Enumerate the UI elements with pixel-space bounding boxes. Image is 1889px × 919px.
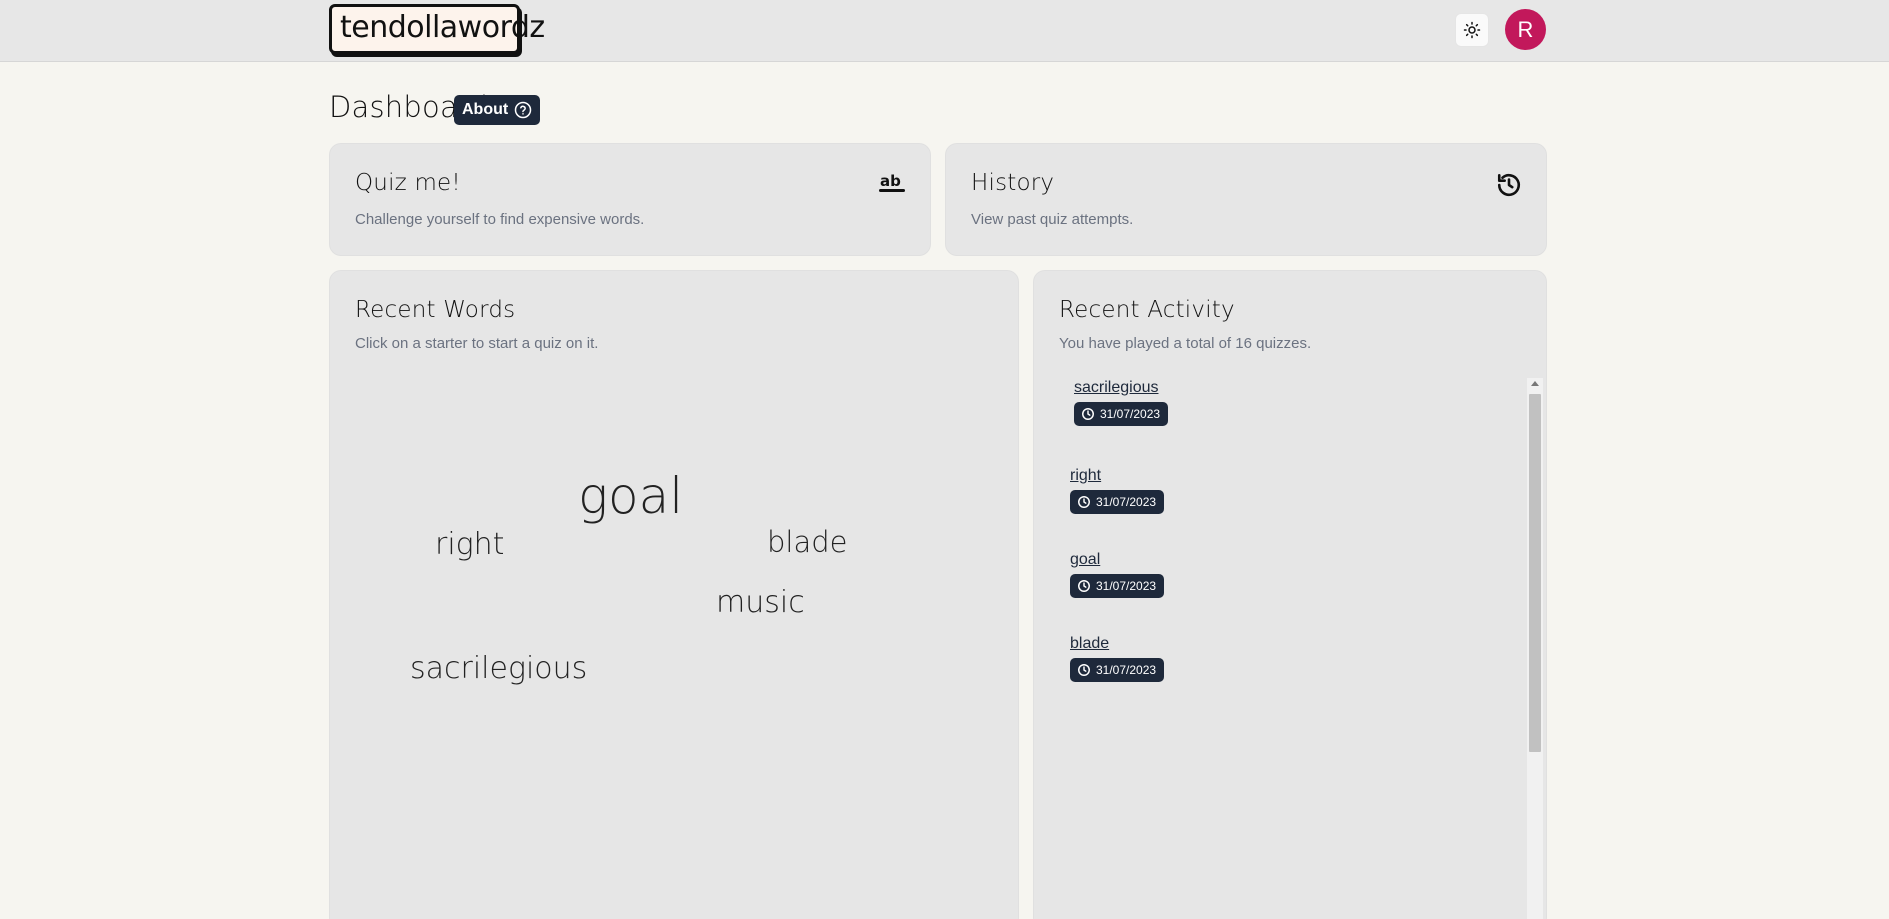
recent-activity-subtitle: You have played a total of 16 quizzes. — [1059, 335, 1312, 352]
history-card-title: History — [971, 170, 1055, 196]
svg-text:ab: ab — [880, 172, 901, 190]
history-card[interactable]: History View past quiz attempts. — [945, 143, 1547, 256]
word-cloud-item[interactable]: music — [716, 585, 805, 620]
question-circle-icon — [514, 101, 532, 119]
recent-words-title: Recent Words — [355, 297, 516, 323]
scroll-thumb[interactable] — [1529, 394, 1541, 752]
scroll-up-arrow-icon[interactable] — [1531, 381, 1539, 386]
clock-icon — [1082, 408, 1094, 420]
recent-words-card: Recent Words Click on a starter to start… — [329, 270, 1019, 919]
activity-word-link[interactable]: right — [1070, 467, 1164, 485]
activity-word-link[interactable]: sacrilegious — [1074, 379, 1168, 397]
logo[interactable]: tendollawordz — [329, 4, 545, 54]
quiz-card-title: Quiz me! — [355, 170, 461, 196]
quiz-card[interactable]: Quiz me! Challenge yourself to find expe… — [329, 143, 931, 256]
clock-icon — [1078, 496, 1090, 508]
recent-activity-title: Recent Activity — [1059, 297, 1235, 323]
theme-toggle-button[interactable] — [1455, 13, 1489, 47]
word-cloud-item[interactable]: blade — [767, 525, 848, 559]
list-item: blade 31/07/2023 — [1070, 635, 1165, 682]
activity-word-link[interactable]: blade — [1070, 635, 1164, 653]
date-badge: 31/07/2023 — [1070, 574, 1165, 598]
date-text: 31/07/2023 — [1100, 407, 1161, 421]
top-navbar: tendollawordz R — [0, 0, 1889, 62]
spell-check-icon: ab — [878, 172, 906, 199]
date-badge: 31/07/2023 — [1070, 658, 1165, 682]
activity-word-link[interactable]: goal — [1070, 551, 1164, 569]
recent-words-subtitle: Click on a starter to start a quiz on it… — [355, 335, 599, 352]
list-item: sacrilegious 31/07/2023 — [1074, 379, 1169, 426]
word-cloud-item[interactable]: goal — [578, 467, 683, 525]
date-text: 31/07/2023 — [1096, 663, 1157, 677]
date-text: 31/07/2023 — [1096, 579, 1157, 593]
list-item: right 31/07/2023 — [1070, 467, 1165, 514]
word-cloud-item[interactable]: sacrilegious — [410, 651, 587, 686]
history-icon — [1496, 172, 1522, 203]
recent-activity-card: Recent Activity You have played a total … — [1033, 270, 1547, 919]
clock-icon — [1078, 580, 1090, 592]
history-card-subtitle: View past quiz attempts. — [971, 211, 1134, 228]
sun-icon — [1463, 21, 1481, 39]
date-badge: 31/07/2023 — [1070, 490, 1165, 514]
about-label: About — [462, 101, 509, 118]
avatar[interactable]: R — [1505, 9, 1546, 50]
about-button[interactable]: About — [454, 95, 540, 125]
clock-icon — [1078, 664, 1090, 676]
activity-list[interactable]: sacrilegious 31/07/2023 right 31/07/2023… — [1058, 379, 1538, 919]
word-cloud-item[interactable]: right — [435, 527, 504, 562]
date-badge: 31/07/2023 — [1074, 402, 1169, 426]
date-text: 31/07/2023 — [1096, 495, 1157, 509]
list-item: goal 31/07/2023 — [1070, 551, 1165, 598]
activity-scrollbar[interactable] — [1527, 378, 1543, 919]
quiz-card-subtitle: Challenge yourself to find expensive wor… — [355, 211, 645, 228]
